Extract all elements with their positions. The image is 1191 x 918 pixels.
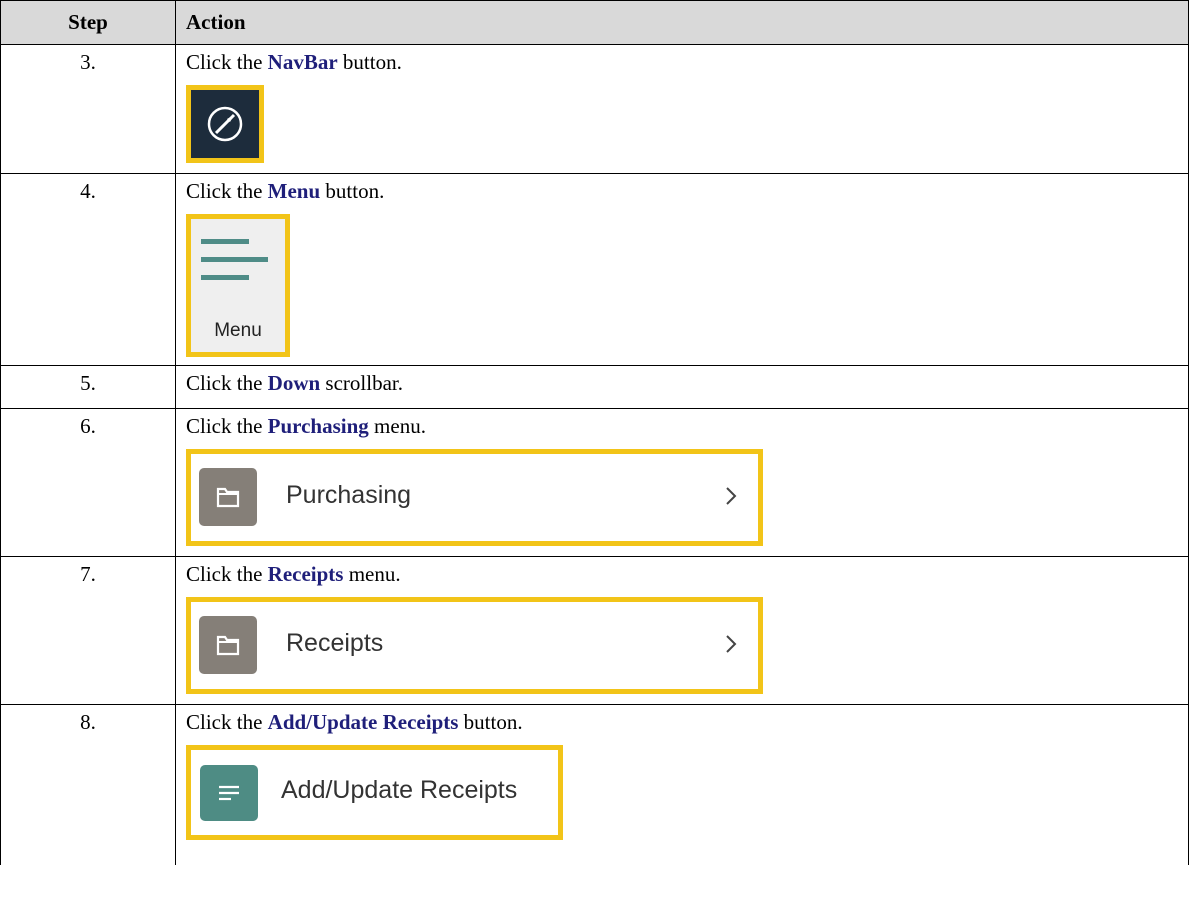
action-cell: Click the Add/Update Receipts button. Ad… <box>175 704 1189 865</box>
action-cell: Click the NavBar button. <box>175 44 1189 174</box>
instruction-target: Add/Update Receipts <box>267 710 459 734</box>
menu-item-label: Receipts <box>286 629 384 657</box>
menu-item-label: Purchasing <box>286 481 412 509</box>
compass-icon <box>207 106 243 142</box>
menu-button-label: Menu <box>214 320 262 341</box>
instruction-target: Down <box>267 371 321 395</box>
chevron-right-icon <box>726 487 737 505</box>
action-cell: Click the Menu button. Menu <box>175 173 1189 366</box>
step-number: 4. <box>0 173 176 366</box>
receipts-menu-item[interactable]: Receipts <box>186 597 763 694</box>
instruction-target: Menu <box>267 179 321 203</box>
step-number: 3. <box>0 44 176 174</box>
folder-icon <box>199 616 257 674</box>
instruction-text: Click the Down scrollbar. <box>186 371 403 395</box>
step-number: 8. <box>0 704 176 865</box>
instruction-target: Receipts <box>267 562 344 586</box>
instruction-text: Click the Add/Update Receipts button. <box>186 710 523 734</box>
instruction-target: Purchasing <box>267 414 369 438</box>
steps-table: Step Action 3. Click the NavBar button. … <box>0 0 1189 865</box>
button-label: Add/Update Receipts <box>281 776 518 804</box>
table-row: 4. Click the Menu button. Menu <box>0 173 1189 366</box>
menu-button[interactable]: Menu <box>186 214 290 357</box>
step-column-header: Step <box>0 0 176 45</box>
step-number: 7. <box>0 556 176 705</box>
step-number: 6. <box>0 408 176 557</box>
list-lines-icon <box>200 765 258 821</box>
hamburger-menu-icon <box>201 239 268 293</box>
instruction-text: Click the Receipts menu. <box>186 562 401 586</box>
table-row: 5. Click the Down scrollbar. <box>0 365 1189 409</box>
table-row: 8. Click the Add/Update Receipts button.… <box>0 704 1189 865</box>
add-update-receipts-button[interactable]: Add/Update Receipts <box>186 745 563 840</box>
instruction-text: Click the NavBar button. <box>186 50 402 74</box>
chevron-right-icon <box>726 635 737 653</box>
instruction-text: Click the Menu button. <box>186 179 385 203</box>
table-row: 7. Click the Receipts menu. Receipts <box>0 556 1189 705</box>
table-header-row: Step Action <box>0 0 1189 45</box>
action-column-header: Action <box>175 0 1189 45</box>
table-row: 3. Click the NavBar button. <box>0 44 1189 174</box>
navbar-button[interactable] <box>186 85 264 163</box>
action-cell: Click the Purchasing menu. Purchasing <box>175 408 1189 557</box>
step-number: 5. <box>0 365 176 409</box>
table-row: 6. Click the Purchasing menu. Purchasing <box>0 408 1189 557</box>
action-cell: Click the Receipts menu. Receipts <box>175 556 1189 705</box>
purchasing-menu-item[interactable]: Purchasing <box>186 449 763 546</box>
action-cell: Click the Down scrollbar. <box>175 365 1189 409</box>
instruction-text: Click the Purchasing menu. <box>186 414 426 438</box>
folder-icon <box>199 468 257 526</box>
instruction-target: NavBar <box>267 50 338 74</box>
